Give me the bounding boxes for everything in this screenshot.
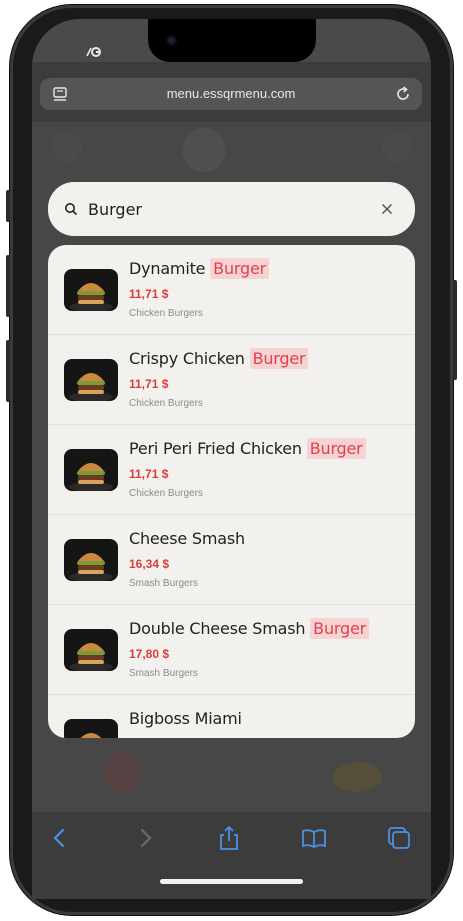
burger-icon	[69, 283, 113, 311]
url-text[interactable]: menu.essqrmenu.com	[40, 78, 422, 110]
burger-thumbnail	[64, 719, 118, 738]
volume-down-button	[6, 340, 10, 402]
search-icon	[65, 203, 78, 216]
burger-thumbnail	[64, 359, 118, 401]
result-name: Double Cheese Smash Burger	[129, 618, 369, 639]
burger-thumbnail	[64, 269, 118, 311]
search-highlight: Burger	[249, 348, 309, 369]
result-name-text: Peri Peri Fried Chicken	[129, 439, 307, 458]
result-name: Cheese Smash	[129, 529, 245, 548]
result-item[interactable]: Peri Peri Fried Chicken Burger 11,71 $ Chi…	[48, 425, 415, 515]
result-name: Dynamite Burger	[129, 258, 269, 279]
burger-thumbnail	[64, 449, 118, 491]
result-category: Chicken Burgers	[129, 488, 203, 499]
result-name-text: Dynamite	[129, 259, 211, 278]
result-item[interactable]: Bigboss Miami	[48, 695, 415, 738]
home-indicator[interactable]	[160, 879, 303, 884]
search-highlight: Burger	[310, 618, 369, 639]
result-name: Bigboss Miami	[129, 709, 242, 728]
share-icon[interactable]	[215, 824, 243, 852]
result-price: 11,71 $	[129, 287, 169, 301]
result-price: 16,34 $	[129, 557, 170, 571]
tabs-icon[interactable]	[385, 824, 413, 852]
burger-icon	[69, 463, 113, 491]
close-icon[interactable]	[381, 203, 393, 215]
volume-up-button	[6, 255, 10, 317]
burger-icon	[80, 733, 102, 738]
result-name: Peri Peri Fried Chicken Burger	[129, 438, 366, 459]
burger-icon	[69, 643, 113, 671]
forward-icon[interactable]	[131, 824, 159, 852]
reload-icon[interactable]	[394, 85, 412, 103]
power-button	[453, 280, 457, 380]
result-price: 11,71 $	[129, 467, 169, 481]
search-box[interactable]	[48, 182, 415, 236]
result-price: 11,71 $	[129, 377, 169, 391]
search-results-list: Dynamite Burger 11,71 $ Chicken Burgers Cri…	[48, 245, 415, 738]
result-name-text: Bigboss Miami	[129, 709, 242, 728]
burger-thumbnail	[64, 629, 118, 671]
result-name-text: Double Cheese Smash	[129, 619, 311, 638]
result-item[interactable]: Crispy Chicken Burger 11,71 $ Chicken Burg…	[48, 335, 415, 425]
burger-thumbnail	[64, 539, 118, 581]
result-category: Chicken Burgers	[129, 398, 203, 409]
front-camera	[166, 35, 177, 46]
result-category: Smash Burgers	[129, 578, 198, 589]
status-indicator-icon	[86, 47, 101, 57]
burger-icon	[69, 553, 113, 581]
result-name-text: Crispy Chicken	[129, 349, 250, 368]
search-highlight: Burger	[210, 258, 269, 279]
search-input[interactable]	[88, 182, 368, 236]
bookmarks-icon[interactable]	[300, 824, 328, 852]
result-item[interactable]: Double Cheese Smash Burger 17,80 $ Smash B…	[48, 605, 415, 695]
back-icon[interactable]	[46, 824, 74, 852]
result-name: Crispy Chicken Burger	[129, 348, 309, 369]
result-category: Chicken Burgers	[129, 308, 203, 319]
search-highlight: Burger	[306, 438, 366, 459]
result-price: 17,80 $	[129, 647, 170, 661]
result-name-text: Cheese Smash	[129, 529, 245, 548]
address-bar[interactable]: menu.essqrmenu.com	[40, 78, 422, 110]
result-item[interactable]: Cheese Smash 16,34 $ Smash Burgers	[48, 515, 415, 605]
action-button	[6, 190, 10, 222]
result-category: Smash Burgers	[129, 668, 198, 679]
burger-icon	[69, 373, 113, 401]
result-item[interactable]: Dynamite Burger 11,71 $ Chicken Burgers	[48, 245, 415, 335]
